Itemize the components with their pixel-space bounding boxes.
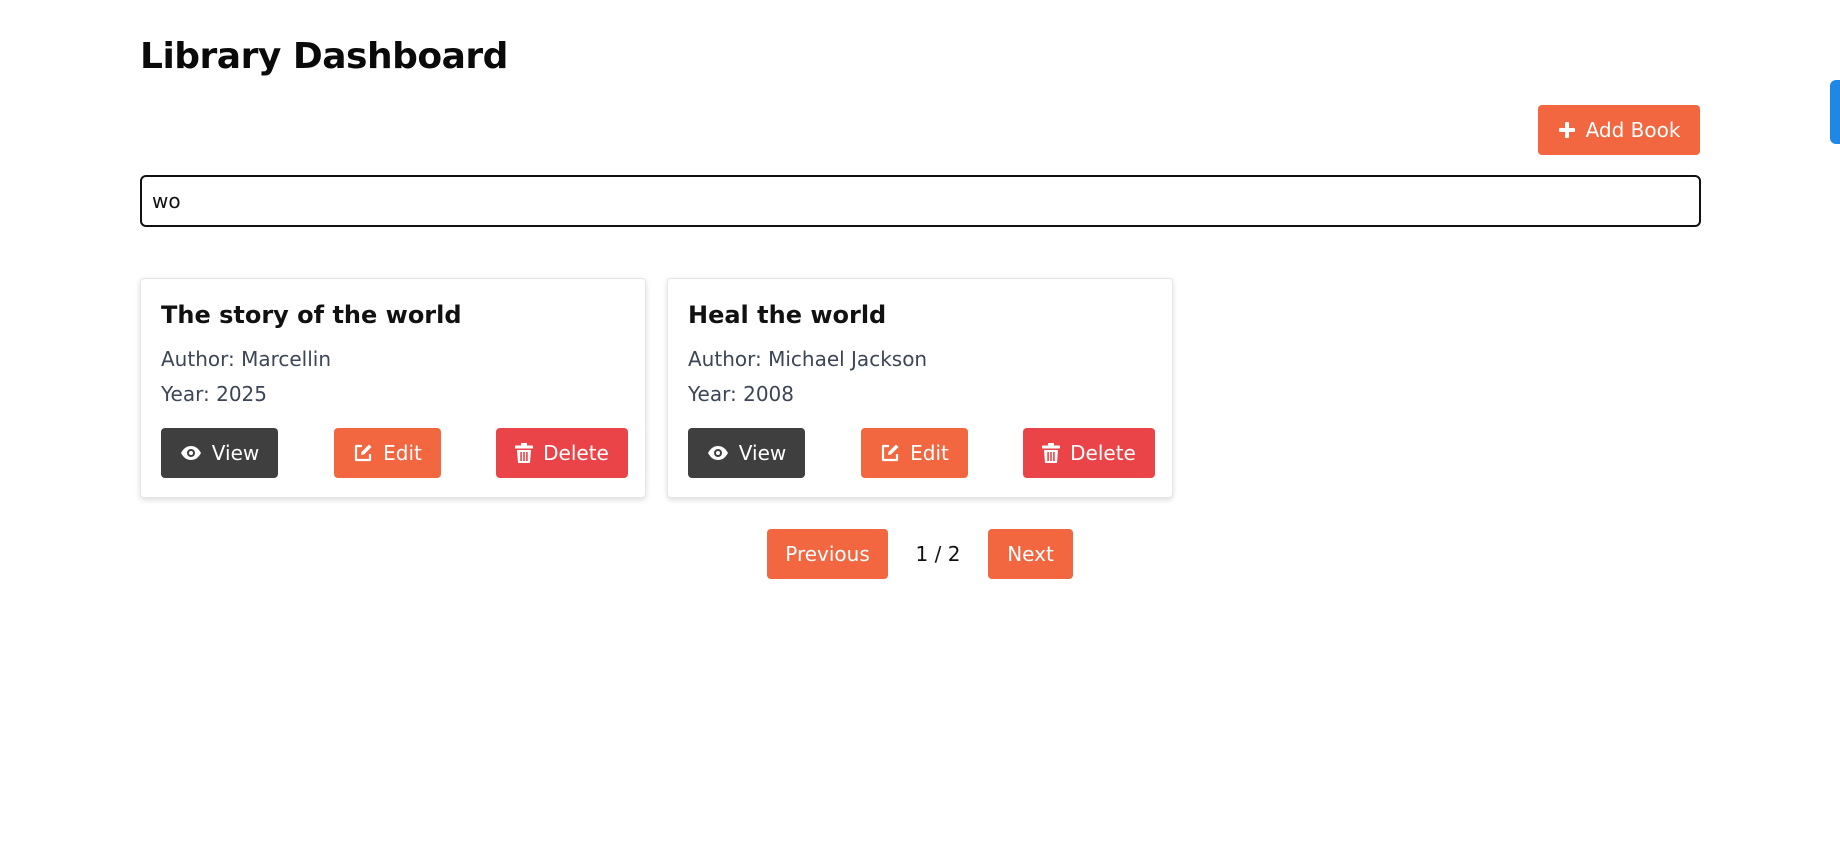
delete-button[interactable]: Delete — [496, 428, 628, 478]
delete-label: Delete — [1070, 441, 1136, 465]
book-title: Heal the world — [688, 301, 887, 329]
book-title: The story of the world — [161, 301, 462, 329]
edge-tab[interactable] — [1830, 80, 1840, 144]
delete-button[interactable]: Delete — [1023, 428, 1155, 478]
page-title: Library Dashboard — [140, 36, 508, 77]
page-indicator: 1 / 2 — [915, 542, 961, 566]
book-year: Year: 2025 — [161, 382, 267, 406]
book-year: Year: 2008 — [688, 382, 794, 406]
eye-icon — [707, 445, 729, 461]
book-author: Author: Michael Jackson — [688, 347, 928, 371]
next-page-button[interactable]: Next — [988, 529, 1073, 579]
delete-label: Delete — [543, 441, 609, 465]
view-label: View — [738, 441, 787, 465]
view-label: View — [211, 441, 260, 465]
trash-icon — [1042, 443, 1061, 463]
trash-icon — [515, 443, 534, 463]
book-author: Author: Marcellin — [161, 347, 332, 371]
view-button[interactable]: View — [688, 428, 805, 478]
plus-icon — [1558, 121, 1576, 139]
edit-button[interactable]: Edit — [334, 428, 441, 478]
add-book-label: Add Book — [1585, 118, 1681, 142]
book-card: Heal the world Author: Michael Jackson Y… — [667, 278, 1173, 498]
book-card: The story of the world Author: Marcellin… — [140, 278, 646, 498]
edit-button[interactable]: Edit — [861, 428, 968, 478]
edit-icon — [880, 443, 900, 463]
search-input[interactable] — [140, 175, 1701, 227]
edit-icon — [353, 443, 373, 463]
previous-page-button[interactable]: Previous — [767, 529, 888, 579]
page: Library Dashboard Add Book The story of … — [0, 0, 1840, 865]
add-book-button[interactable]: Add Book — [1538, 105, 1700, 155]
eye-icon — [180, 445, 202, 461]
edit-label: Edit — [910, 441, 949, 465]
edit-label: Edit — [383, 441, 422, 465]
view-button[interactable]: View — [161, 428, 278, 478]
